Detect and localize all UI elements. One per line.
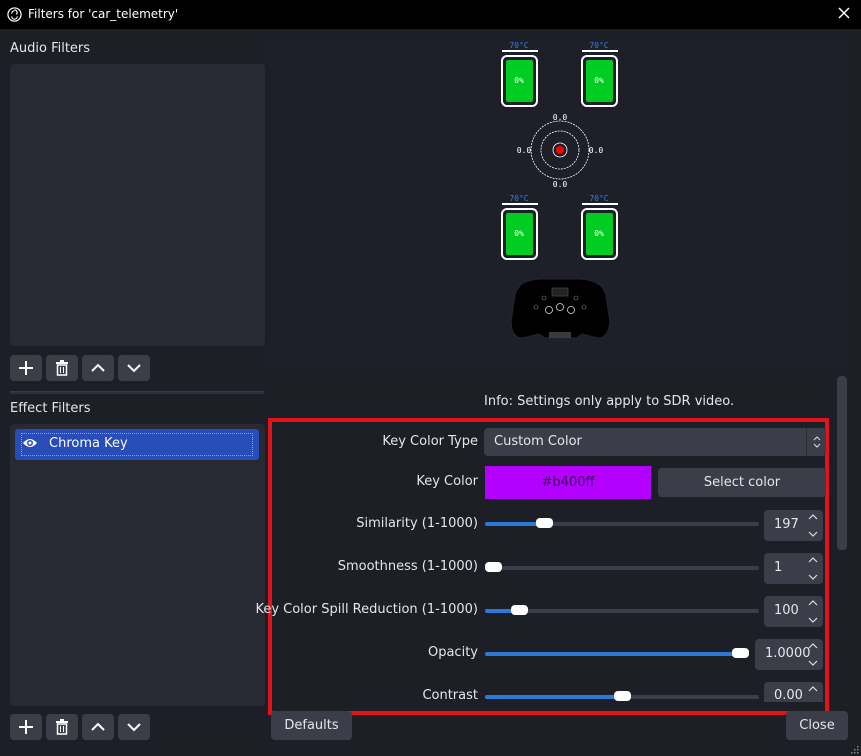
select-color-button[interactable]: Select color <box>658 468 826 497</box>
eye-icon[interactable] <box>22 437 38 449</box>
tire-front-right: 70°C 0% <box>581 41 618 107</box>
close-button[interactable]: Close <box>786 711 848 740</box>
gforce-top: 0.0 <box>553 113 568 122</box>
filter-item-label: Chroma Key <box>49 436 128 451</box>
close-icon[interactable] <box>837 6 851 20</box>
key-color-type-select[interactable]: Custom Color <box>484 428 826 456</box>
updown-arrows-icon <box>806 428 826 456</box>
spill-reduction-label: Key Color Spill Reduction (1-1000) <box>255 602 478 617</box>
tire-front-left: 70°C 0% <box>501 41 538 107</box>
remove-audio-filter-button[interactable] <box>46 355 78 381</box>
tire-wear: 0% <box>594 229 604 238</box>
gforce-right: 0.0 <box>589 146 604 155</box>
temp-bar <box>502 50 538 52</box>
slider-fill <box>485 652 741 656</box>
spin-arrows-icon[interactable] <box>807 599 819 625</box>
obs-logo-icon <box>7 7 22 22</box>
slider-thumb[interactable] <box>732 648 749 658</box>
audio-filters-label: Audio Filters <box>10 41 91 56</box>
key-color-swatch: #b400ff <box>485 466 651 499</box>
audio-filters-list[interactable] <box>10 64 265 346</box>
tire-temp: 70°C <box>509 41 528 50</box>
smoothness-value: 1 <box>774 560 783 575</box>
key-color-type-value: Custom Color <box>494 434 582 449</box>
contrast-label: Contrast <box>422 688 478 703</box>
chevron-up-icon <box>91 363 105 372</box>
gforce-bottom: 0.0 <box>553 180 568 189</box>
opacity-value: 1.0000 <box>765 646 811 661</box>
tire-wear: 0% <box>594 76 604 85</box>
add-audio-filter-button[interactable] <box>10 355 42 381</box>
effect-filters-toolbar <box>10 714 150 740</box>
add-icon <box>19 361 33 375</box>
temp-bar <box>502 203 538 205</box>
spill-reduction-slider[interactable] <box>485 605 759 615</box>
filter-item-chroma-key[interactable]: Chroma Key <box>15 429 259 460</box>
title-bar: Filters for 'car_telemetry' <box>0 0 861 29</box>
splitter-handle[interactable] <box>10 391 264 394</box>
slider-thumb[interactable] <box>510 605 528 615</box>
contrast-spinbox[interactable]: 0.00 <box>764 682 823 702</box>
spin-arrows-icon[interactable] <box>807 556 819 582</box>
similarity-spinbox[interactable]: 197 <box>764 510 823 541</box>
spill-reduction-value: 100 <box>774 603 799 618</box>
tire-rear-left: 70°C 0% <box>501 194 538 260</box>
spin-arrows-icon[interactable] <box>807 685 819 702</box>
trash-icon <box>56 360 68 376</box>
trash-icon <box>56 719 68 735</box>
similarity-slider[interactable] <box>485 518 759 528</box>
contrast-slider[interactable] <box>485 691 759 701</box>
key-color-label: Key Color <box>416 474 478 489</box>
spill-reduction-spinbox[interactable]: 100 <box>764 596 823 627</box>
opacity-spinbox[interactable]: 1.0000 <box>755 639 823 670</box>
steering-wheel-image <box>510 278 611 339</box>
tire-temp: 70°C <box>509 194 528 203</box>
audio-filters-toolbar <box>10 355 150 381</box>
window-title: Filters for 'car_telemetry' <box>28 7 179 21</box>
move-audio-filter-up-button[interactable] <box>82 355 114 381</box>
source-preview: 70°C 0% 70°C 0% 0.0 0.0 0.0 0.0 70°C 0% … <box>270 40 848 368</box>
settings-scrollbar[interactable] <box>837 376 847 550</box>
remove-effect-filter-button[interactable] <box>46 714 78 740</box>
gforce-meter: 0.0 0.0 0.0 0.0 <box>517 113 604 189</box>
smoothness-spinbox[interactable]: 1 <box>764 553 823 584</box>
chevron-down-icon <box>127 723 141 732</box>
smoothness-label: Smoothness (1-1000) <box>337 559 478 574</box>
similarity-label: Similarity (1-1000) <box>356 516 478 531</box>
move-audio-filter-down-button[interactable] <box>118 355 150 381</box>
info-text: Info: Settings only apply to SDR video. <box>484 394 735 409</box>
slider-thumb[interactable] <box>613 691 631 701</box>
defaults-button[interactable]: Defaults <box>271 711 352 740</box>
move-effect-filter-down-button[interactable] <box>118 714 150 740</box>
slider-thumb[interactable] <box>535 518 553 528</box>
tire-temp: 70°C <box>589 41 608 50</box>
contrast-value: 0.00 <box>774 688 803 702</box>
temp-bar <box>582 203 618 205</box>
similarity-value: 197 <box>774 517 799 532</box>
spin-arrows-icon[interactable] <box>807 642 819 668</box>
slider-thumb[interactable] <box>485 562 502 572</box>
gforce-dot <box>556 146 564 154</box>
chevron-up-icon <box>91 722 105 731</box>
tire-wear: 0% <box>514 229 524 238</box>
key-color-type-label: Key Color Type <box>382 434 478 449</box>
telemetry-overlay: 70°C 0% 70°C 0% 0.0 0.0 0.0 0.0 70°C 0% … <box>501 41 618 339</box>
tire-wear: 0% <box>514 76 524 85</box>
chevron-down-icon <box>127 364 141 373</box>
effect-filters-list[interactable] <box>10 424 265 706</box>
add-effect-filter-button[interactable] <box>10 714 42 740</box>
resize-grip-icon[interactable] <box>851 746 859 754</box>
gforce-left: 0.0 <box>517 146 532 155</box>
temp-bar <box>582 50 618 52</box>
tire-rear-right: 70°C 0% <box>581 194 618 260</box>
smoothness-slider[interactable] <box>485 562 759 572</box>
add-icon <box>19 720 33 734</box>
tire-temp: 70°C <box>589 194 608 203</box>
spin-arrows-icon[interactable] <box>807 513 819 539</box>
effect-filters-label: Effect Filters <box>10 401 91 416</box>
opacity-label: Opacity <box>427 645 478 660</box>
move-effect-filter-up-button[interactable] <box>82 714 114 740</box>
opacity-slider[interactable] <box>485 648 749 658</box>
slider-fill <box>485 695 622 699</box>
